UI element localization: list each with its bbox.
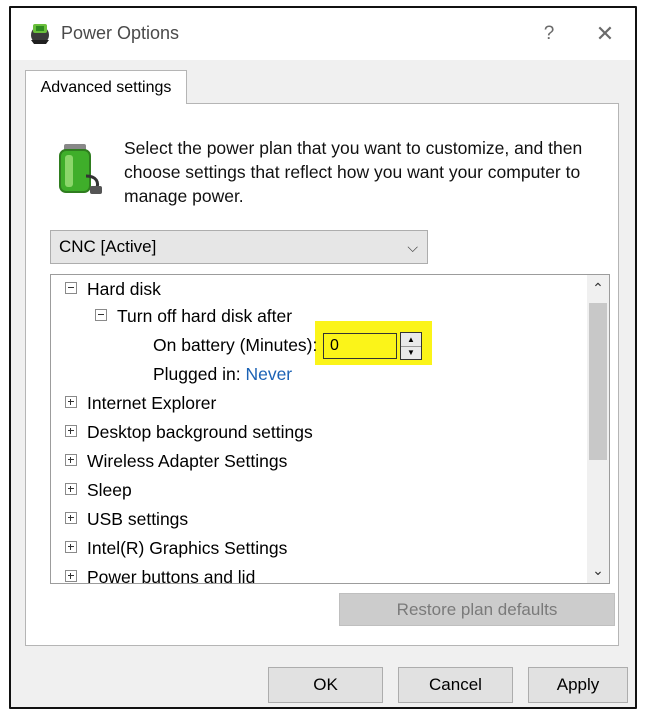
plugged-in-label: Plugged in: bbox=[153, 364, 241, 384]
power-plan-value: CNC [Active] bbox=[59, 237, 157, 256]
battery-plug-icon bbox=[56, 142, 106, 198]
expand-icon[interactable] bbox=[65, 512, 77, 525]
plugged-in-row: Plugged in: Never bbox=[153, 361, 292, 387]
vertical-scrollbar[interactable]: ⌃ ⌄ bbox=[587, 275, 609, 583]
tree-item-label: Internet Explorer bbox=[87, 393, 217, 413]
close-button[interactable]: ✕ bbox=[585, 18, 625, 52]
tree-item-label: USB settings bbox=[87, 509, 189, 529]
power-plan-dropdown[interactable]: CNC [Active] ⌵ bbox=[50, 230, 428, 264]
ok-button[interactable]: OK bbox=[268, 667, 383, 703]
tree-item-wireless-adapter[interactable]: Wireless Adapter Settings bbox=[65, 448, 287, 474]
chevron-down-icon: ⌵ bbox=[407, 239, 418, 255]
expand-icon[interactable] bbox=[65, 396, 77, 409]
tree-item-label: Power buttons and lid bbox=[87, 567, 256, 584]
tree-item-desktop-background[interactable]: Desktop background settings bbox=[65, 419, 313, 445]
expand-icon[interactable] bbox=[65, 454, 77, 467]
spin-down-icon[interactable]: ▼ bbox=[401, 346, 421, 359]
expand-icon[interactable] bbox=[65, 483, 77, 496]
settings-tree: Hard disk Turn off hard disk after On ba… bbox=[50, 274, 610, 584]
on-battery-minutes-input[interactable]: 0 bbox=[323, 333, 397, 359]
expand-icon[interactable] bbox=[65, 541, 77, 554]
scroll-thumb[interactable] bbox=[589, 303, 607, 460]
tree-item-internet-explorer[interactable]: Internet Explorer bbox=[65, 390, 216, 416]
on-battery-label: On battery (Minutes): bbox=[153, 335, 318, 355]
apply-button[interactable]: Apply bbox=[528, 667, 628, 703]
tree-item-usb-settings[interactable]: USB settings bbox=[65, 506, 188, 532]
tree-item-label: Intel(R) Graphics Settings bbox=[87, 538, 288, 558]
tree-item-label: Desktop background settings bbox=[87, 422, 313, 442]
tree-item-label: Wireless Adapter Settings bbox=[87, 451, 288, 471]
title-bar[interactable]: Power Options ? ✕ bbox=[11, 8, 635, 60]
tree-item-label: Hard disk bbox=[87, 279, 161, 299]
tree-item-power-buttons[interactable]: Power buttons and lid bbox=[65, 564, 256, 584]
restore-plan-defaults-button[interactable]: Restore plan defaults bbox=[339, 593, 615, 626]
window-title: Power Options bbox=[61, 23, 180, 43]
minutes-spinner[interactable]: ▲ ▼ bbox=[400, 332, 422, 360]
tree-item-sleep[interactable]: Sleep bbox=[65, 477, 132, 503]
help-button[interactable]: ? bbox=[531, 18, 567, 52]
plugged-in-value-link[interactable]: Never bbox=[245, 364, 292, 384]
tree-item-intel-graphics[interactable]: Intel(R) Graphics Settings bbox=[65, 535, 287, 561]
tree-item-hard-disk[interactable]: Hard disk bbox=[65, 276, 161, 302]
tree-item-turn-off-hard-disk[interactable]: Turn off hard disk after bbox=[95, 303, 292, 329]
collapse-icon[interactable] bbox=[95, 309, 107, 322]
tree-item-label: Turn off hard disk after bbox=[117, 306, 293, 326]
expand-icon[interactable] bbox=[65, 425, 77, 438]
cancel-button[interactable]: Cancel bbox=[398, 667, 513, 703]
plan-description: Select the power plan that you want to c… bbox=[124, 138, 583, 206]
tree-item-label: Sleep bbox=[87, 480, 132, 500]
advanced-settings-panel: Select the power plan that you want to c… bbox=[25, 103, 619, 646]
expand-icon[interactable] bbox=[65, 570, 77, 583]
tab-advanced-settings[interactable]: Advanced settings bbox=[25, 70, 187, 104]
scroll-up-icon[interactable]: ⌃ bbox=[587, 277, 609, 299]
collapse-icon[interactable] bbox=[65, 282, 77, 295]
power-options-app-icon bbox=[27, 20, 53, 46]
scroll-down-icon[interactable]: ⌄ bbox=[587, 559, 609, 581]
spin-up-icon[interactable]: ▲ bbox=[401, 333, 421, 347]
